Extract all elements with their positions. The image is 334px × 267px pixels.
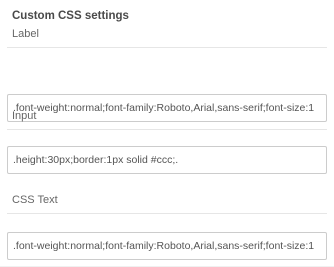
css-text-css-input[interactable] — [7, 232, 327, 260]
divider — [7, 129, 327, 130]
css-text-field-label: CSS Text — [12, 194, 58, 206]
divider — [7, 213, 327, 214]
label-field-label: Label — [12, 28, 39, 40]
input-field-label: Input — [12, 110, 37, 122]
custom-css-settings-panel: Custom CSS settings Label Input CSS Text — [0, 0, 334, 267]
section-title: Custom CSS settings — [12, 10, 129, 22]
input-css-input[interactable] — [7, 146, 327, 174]
label-css-input[interactable] — [7, 94, 327, 122]
divider — [7, 47, 327, 48]
